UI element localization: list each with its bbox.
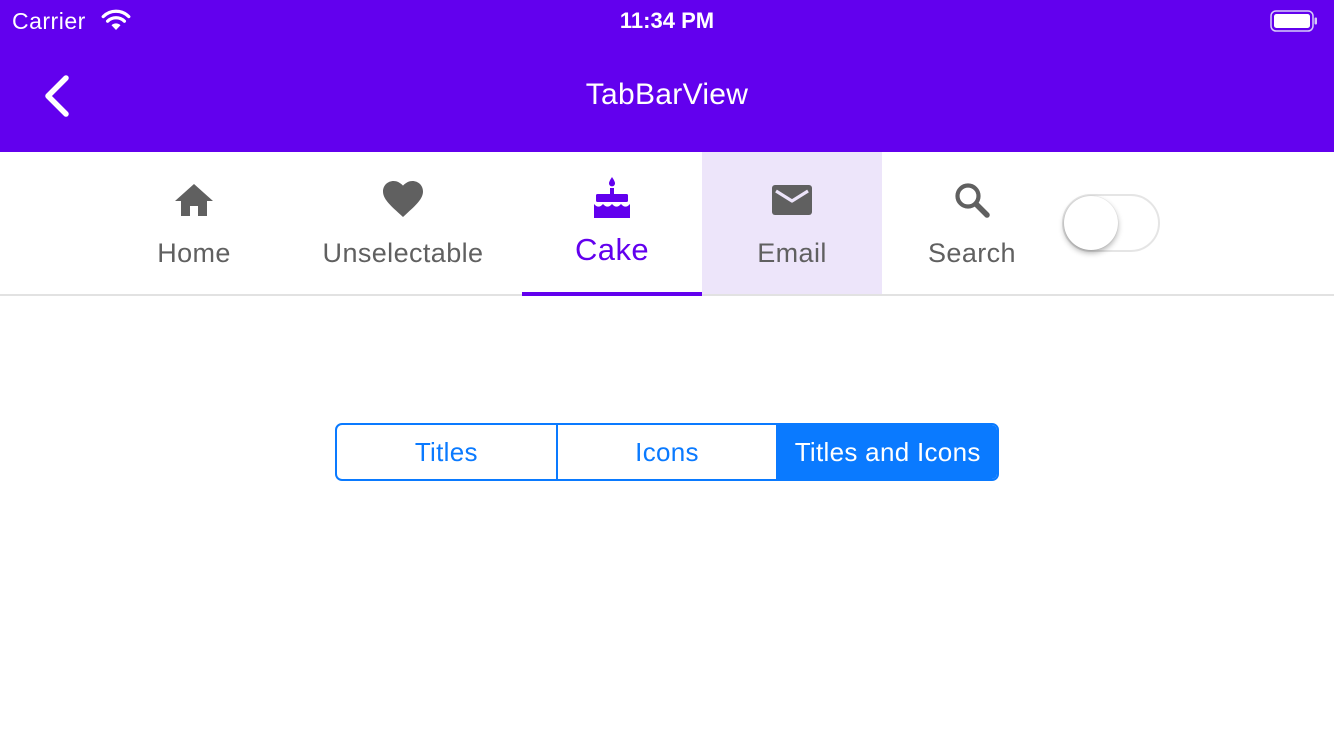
segment-titles[interactable]: Titles (337, 425, 556, 479)
page-title: TabBarView (585, 78, 749, 111)
email-icon (772, 185, 812, 215)
toggle-switch[interactable] (1062, 194, 1160, 252)
tab-search[interactable]: Search (882, 152, 1062, 294)
tab-label: Search (928, 238, 1016, 268)
tab-home[interactable]: Home (104, 152, 284, 294)
selected-tab-indicator (522, 292, 702, 296)
cake-icon (594, 177, 630, 218)
segment-icons[interactable]: Icons (555, 425, 777, 479)
status-time: 11:34 PM (619, 8, 715, 33)
home-icon (175, 184, 213, 216)
tab-label: Unselectable (322, 238, 484, 268)
navigation-bar: Carrier 11:34 PM TabBarView (0, 0, 1334, 152)
segment-titles-and-icons[interactable]: Titles and Icons (776, 425, 997, 479)
tab-cake[interactable]: Cake (522, 152, 702, 296)
status-bar: Carrier 11:34 PM (0, 0, 1334, 42)
tab-label: Cake (575, 232, 649, 267)
tab-label: Home (157, 238, 231, 268)
tab-unselectable[interactable]: Unselectable (298, 152, 508, 294)
tab-label: Email (757, 238, 827, 268)
battery-icon (1270, 10, 1317, 32)
heart-icon (383, 181, 423, 217)
tab-email[interactable]: Email (702, 152, 882, 294)
search-icon (955, 183, 990, 218)
toggle-knob (1064, 196, 1118, 250)
display-mode-segmented-control: Titles Icons Titles and Icons (335, 423, 999, 481)
